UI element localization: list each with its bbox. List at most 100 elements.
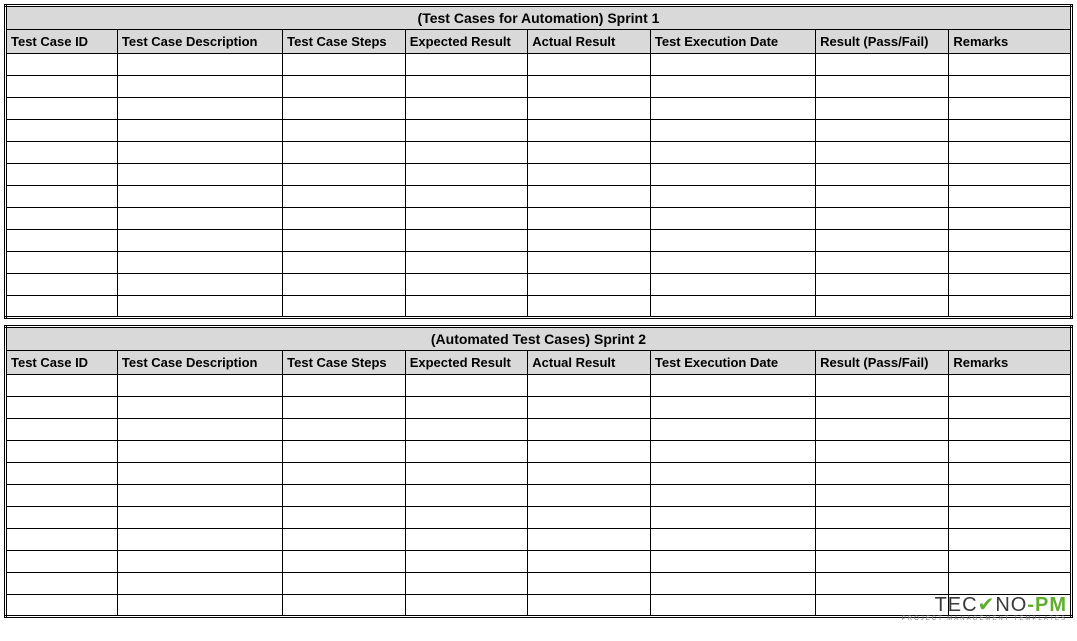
- table-cell[interactable]: [6, 230, 118, 252]
- table-cell[interactable]: [117, 76, 282, 98]
- table-cell[interactable]: [650, 375, 815, 397]
- table-cell[interactable]: [949, 463, 1072, 485]
- table-cell[interactable]: [816, 463, 949, 485]
- table-cell[interactable]: [949, 296, 1072, 318]
- table-cell[interactable]: [650, 397, 815, 419]
- table-cell[interactable]: [650, 252, 815, 274]
- table-cell[interactable]: [405, 208, 528, 230]
- table-cell[interactable]: [6, 274, 118, 296]
- table-cell[interactable]: [117, 441, 282, 463]
- table-cell[interactable]: [528, 441, 651, 463]
- table-cell[interactable]: [949, 186, 1072, 208]
- table-cell[interactable]: [283, 274, 406, 296]
- table-cell[interactable]: [528, 120, 651, 142]
- table-cell[interactable]: [949, 529, 1072, 551]
- table-cell[interactable]: [117, 595, 282, 617]
- table-cell[interactable]: [816, 573, 949, 595]
- table-cell[interactable]: [528, 208, 651, 230]
- table-cell[interactable]: [816, 296, 949, 318]
- table-cell[interactable]: [650, 551, 815, 573]
- table-cell[interactable]: [6, 573, 118, 595]
- table-cell[interactable]: [117, 573, 282, 595]
- table-cell[interactable]: [283, 375, 406, 397]
- table-cell[interactable]: [405, 573, 528, 595]
- table-cell[interactable]: [117, 274, 282, 296]
- table-cell[interactable]: [117, 296, 282, 318]
- table-cell[interactable]: [528, 595, 651, 617]
- table-cell[interactable]: [6, 485, 118, 507]
- table-cell[interactable]: [117, 419, 282, 441]
- table-cell[interactable]: [117, 120, 282, 142]
- table-cell[interactable]: [405, 142, 528, 164]
- table-cell[interactable]: [650, 230, 815, 252]
- table-cell[interactable]: [650, 76, 815, 98]
- table-cell[interactable]: [816, 375, 949, 397]
- table-cell[interactable]: [816, 551, 949, 573]
- table-cell[interactable]: [949, 551, 1072, 573]
- table-cell[interactable]: [6, 76, 118, 98]
- table-cell[interactable]: [283, 252, 406, 274]
- table-cell[interactable]: [650, 164, 815, 186]
- table-cell[interactable]: [283, 208, 406, 230]
- table-cell[interactable]: [405, 230, 528, 252]
- table-cell[interactable]: [650, 186, 815, 208]
- table-cell[interactable]: [6, 595, 118, 617]
- table-cell[interactable]: [117, 397, 282, 419]
- table-cell[interactable]: [650, 208, 815, 230]
- table-cell[interactable]: [6, 120, 118, 142]
- table-cell[interactable]: [650, 529, 815, 551]
- table-cell[interactable]: [816, 230, 949, 252]
- table-cell[interactable]: [6, 463, 118, 485]
- table-cell[interactable]: [405, 441, 528, 463]
- table-cell[interactable]: [117, 230, 282, 252]
- table-cell[interactable]: [6, 507, 118, 529]
- table-cell[interactable]: [6, 208, 118, 230]
- table-cell[interactable]: [528, 551, 651, 573]
- table-cell[interactable]: [528, 164, 651, 186]
- table-cell[interactable]: [528, 76, 651, 98]
- table-cell[interactable]: [528, 296, 651, 318]
- table-cell[interactable]: [528, 485, 651, 507]
- table-cell[interactable]: [816, 274, 949, 296]
- table-cell[interactable]: [949, 120, 1072, 142]
- table-cell[interactable]: [6, 54, 118, 76]
- table-cell[interactable]: [6, 529, 118, 551]
- table-cell[interactable]: [117, 375, 282, 397]
- table-cell[interactable]: [6, 375, 118, 397]
- table-cell[interactable]: [528, 252, 651, 274]
- table-cell[interactable]: [650, 441, 815, 463]
- table-cell[interactable]: [816, 142, 949, 164]
- table-cell[interactable]: [6, 98, 118, 120]
- table-cell[interactable]: [283, 54, 406, 76]
- table-cell[interactable]: [528, 529, 651, 551]
- table-cell[interactable]: [528, 98, 651, 120]
- table-cell[interactable]: [283, 397, 406, 419]
- table-cell[interactable]: [528, 573, 651, 595]
- table-cell[interactable]: [117, 54, 282, 76]
- table-cell[interactable]: [816, 120, 949, 142]
- table-cell[interactable]: [283, 296, 406, 318]
- table-cell[interactable]: [283, 463, 406, 485]
- table-cell[interactable]: [650, 463, 815, 485]
- table-cell[interactable]: [405, 463, 528, 485]
- table-cell[interactable]: [949, 142, 1072, 164]
- table-cell[interactable]: [283, 164, 406, 186]
- table-cell[interactable]: [283, 120, 406, 142]
- table-cell[interactable]: [816, 507, 949, 529]
- table-cell[interactable]: [6, 142, 118, 164]
- table-cell[interactable]: [949, 76, 1072, 98]
- table-cell[interactable]: [949, 419, 1072, 441]
- table-cell[interactable]: [283, 529, 406, 551]
- table-cell[interactable]: [650, 274, 815, 296]
- table-cell[interactable]: [405, 164, 528, 186]
- table-cell[interactable]: [528, 274, 651, 296]
- table-cell[interactable]: [949, 397, 1072, 419]
- table-cell[interactable]: [6, 186, 118, 208]
- table-cell[interactable]: [949, 441, 1072, 463]
- table-cell[interactable]: [528, 54, 651, 76]
- table-cell[interactable]: [949, 252, 1072, 274]
- table-cell[interactable]: [117, 186, 282, 208]
- table-cell[interactable]: [117, 164, 282, 186]
- table-cell[interactable]: [405, 186, 528, 208]
- table-cell[interactable]: [816, 252, 949, 274]
